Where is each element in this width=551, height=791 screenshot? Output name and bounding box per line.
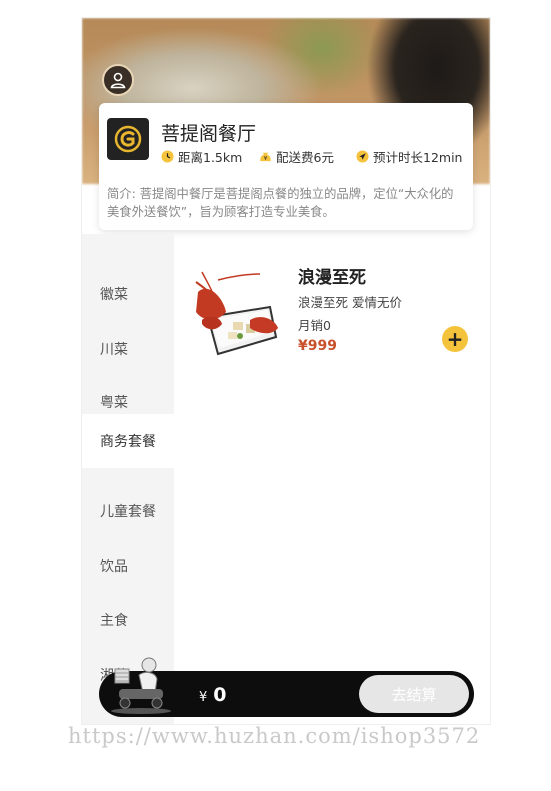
delivery-fee-info: ¥ 配送费6元 — [259, 147, 334, 165]
shop-name: 菩提阁餐厅 — [161, 123, 257, 145]
money-bag-icon: ¥ — [260, 152, 271, 162]
dish-title: 浪漫至死 — [298, 268, 366, 288]
cart-bar: ¥0 去结算 — [99, 657, 474, 717]
shop-logo — [107, 118, 149, 160]
checkout-button[interactable]: 去结算 — [359, 675, 469, 713]
app-screen: 菩提阁餐厅 距离1.5km ¥ 配送费6元 预计时长12min 简介: 菩提阁中… — [82, 18, 490, 724]
shop-intro: 简介: 菩提阁中餐厅是菩提阁点餐的独立的品牌，定位“大众化的美食外送餐饮”，旨为… — [107, 187, 454, 219]
category-item-active[interactable]: 商务套餐 — [82, 414, 174, 468]
eta-info: 预计时长12min — [356, 147, 462, 165]
category-item[interactable]: 儿童套餐 — [82, 484, 174, 538]
location-arrow-icon — [356, 149, 369, 163]
category-sidebar: 徽菜 川菜 粤菜 商务套餐 儿童套餐 饮品 主食 湘菜 — [82, 234, 174, 724]
cart-total: ¥0 — [199, 684, 227, 706]
watermark-text: https://www.huzhan.com/ishop3572 — [68, 724, 481, 748]
svg-text:¥: ¥ — [264, 156, 268, 162]
cart-mascot-icon[interactable] — [109, 655, 173, 715]
shop-info-card: 菩提阁餐厅 距离1.5km ¥ 配送费6元 预计时长12min 简介: 菩提阁中… — [99, 103, 473, 230]
dish-subtitle: 浪漫至死 爱情无价 — [298, 295, 402, 310]
cart-total-amount: 0 — [213, 684, 227, 706]
distance-text: 距离1.5km — [178, 149, 243, 165]
delivery-fee-text: 配送费6元 — [276, 149, 334, 165]
user-icon[interactable] — [102, 64, 134, 96]
category-item[interactable]: 川菜 — [82, 322, 174, 376]
currency-symbol: ¥ — [199, 690, 208, 705]
category-item[interactable]: 饮品 — [82, 539, 174, 593]
dish-image[interactable] — [188, 262, 284, 358]
clock-icon — [161, 149, 174, 163]
category-item[interactable]: 徽菜 — [82, 267, 174, 321]
eta-text: 预计时长12min — [373, 149, 463, 165]
category-item[interactable]: 主食 — [82, 593, 174, 647]
distance-info: 距离1.5km — [161, 147, 242, 165]
dish-price: ¥999 — [298, 338, 337, 354]
dish-sales: 月销0 — [298, 318, 331, 333]
add-to-cart-button[interactable]: + — [442, 326, 468, 352]
